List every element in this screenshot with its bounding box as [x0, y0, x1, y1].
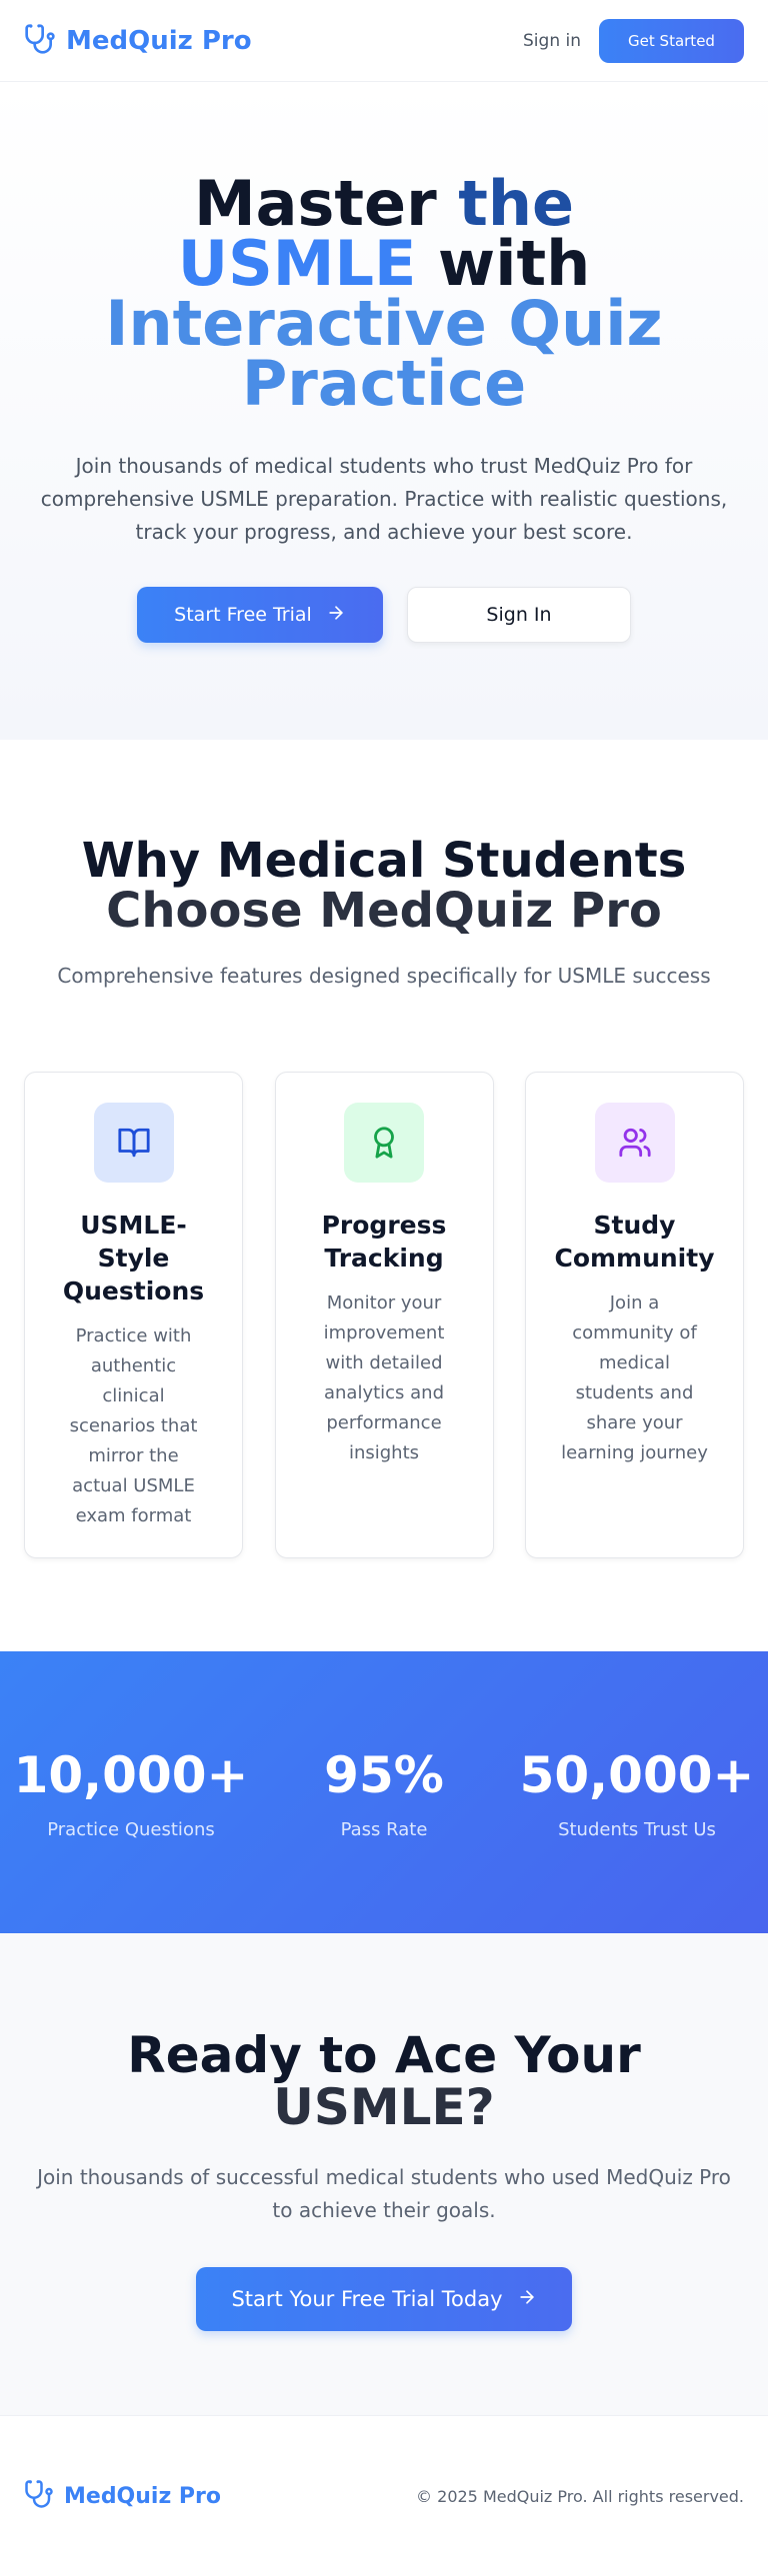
start-free-trial-label: Start Free Trial — [174, 604, 312, 626]
features-title-line1: Why Medical Students — [81, 833, 687, 889]
stat-label: Pass Rate — [340, 1818, 428, 1840]
start-free-trial-button[interactable]: Start Free Trial — [137, 587, 383, 643]
stat-value: 10,000+ — [13, 1745, 249, 1804]
hero-buttons: Start Free Trial Sign In — [0, 587, 768, 643]
feature-card-questions: USMLE-Style Questions Practice with auth… — [24, 1072, 243, 1558]
start-trial-today-label: Start Your Free Trial Today — [231, 2287, 503, 2311]
feature-card-community: Study Community Join a community of medi… — [525, 1072, 744, 1558]
stethoscope-icon — [24, 2479, 54, 2513]
feature-card-progress: Progress Tracking Monitor your improveme… — [274, 1072, 494, 1558]
book-open-icon — [93, 1103, 174, 1183]
copyright-text: © 2025 MedQuiz Pro. All rights reserved. — [416, 2486, 744, 2506]
feature-card-description: Practice with authentic clinical scenari… — [69, 1325, 198, 1526]
cta-title-line1: Ready to Ace Your — [127, 2026, 641, 2084]
features-title-line2: Choose MedQuiz Pro — [106, 883, 662, 939]
features-title: Why Medical Students Choose MedQuiz Pro — [64, 836, 704, 936]
site-footer: MedQuiz Pro © 2025 MedQuiz Pro. All righ… — [0, 2415, 768, 2576]
stat-label: Students Trust Us — [558, 1818, 716, 1840]
stat-label: Practice Questions — [47, 1818, 215, 1840]
site-header: MedQuiz Pro Sign in Get Started — [0, 0, 768, 82]
feature-cards: USMLE-Style Questions Practice with auth… — [0, 1072, 768, 1558]
brand-name: MedQuiz Pro — [66, 25, 252, 56]
stat-value: 95% — [324, 1745, 444, 1804]
features-subtitle: Comprehensive features designed specific… — [57, 964, 711, 988]
feature-card-description: Monitor your improvement with detailed a… — [323, 1292, 445, 1463]
footer-brand[interactable]: MedQuiz Pro — [24, 2479, 221, 2513]
arrow-right-icon — [517, 2287, 537, 2312]
arrow-right-icon — [326, 603, 346, 628]
stat-questions: 10,000+ Practice Questions — [6, 1745, 256, 1840]
hero-title: Master the USMLE with Interactive Quiz P… — [64, 173, 704, 415]
stats-section: 10,000+ Practice Questions 95% Pass Rate… — [0, 1651, 768, 1933]
cta-subtitle: Join thousands of successful medical stu… — [37, 2165, 731, 2222]
stat-students: 50,000+ Students Trust Us — [512, 1745, 762, 1840]
get-started-button[interactable]: Get Started — [599, 18, 744, 63]
footer-brand-name: MedQuiz Pro — [64, 2483, 222, 2509]
feature-card-title: Study Community — [554, 1211, 715, 1273]
sign-in-link[interactable]: Sign in — [523, 31, 581, 51]
feature-card-title: USMLE-Style Questions — [62, 1211, 205, 1305]
hero-subtitle: Join thousands of medical students who t… — [40, 454, 728, 544]
stat-value: 50,000+ — [519, 1745, 755, 1804]
feature-card-title: Progress Tracking — [321, 1211, 447, 1273]
start-trial-today-button[interactable]: Start Your Free Trial Today — [196, 2267, 572, 2331]
award-icon — [344, 1103, 424, 1183]
feature-card-description: Join a community of medical students and… — [561, 1292, 708, 1463]
cta-title: Ready to Ace Your USMLE? — [0, 2029, 768, 2133]
cta-section: Ready to Ace Your USMLE? Join thousands … — [0, 1933, 768, 2415]
stethoscope-icon — [24, 23, 56, 59]
hero-title-interactive: Interactive Quiz Practice — [105, 287, 663, 420]
sign-in-button[interactable]: Sign In — [407, 587, 631, 643]
hero-section: Master the USMLE with Interactive Quiz P… — [0, 82, 768, 740]
cta-title-line2: USMLE? — [273, 2078, 495, 2136]
header-nav: Sign in Get Started — [523, 18, 744, 63]
users-icon — [594, 1103, 675, 1183]
stat-pass-rate: 95% Pass Rate — [259, 1745, 509, 1840]
features-section: Why Medical Students Choose MedQuiz Pro … — [0, 740, 768, 1651]
brand-logo[interactable]: MedQuiz Pro — [24, 23, 252, 59]
